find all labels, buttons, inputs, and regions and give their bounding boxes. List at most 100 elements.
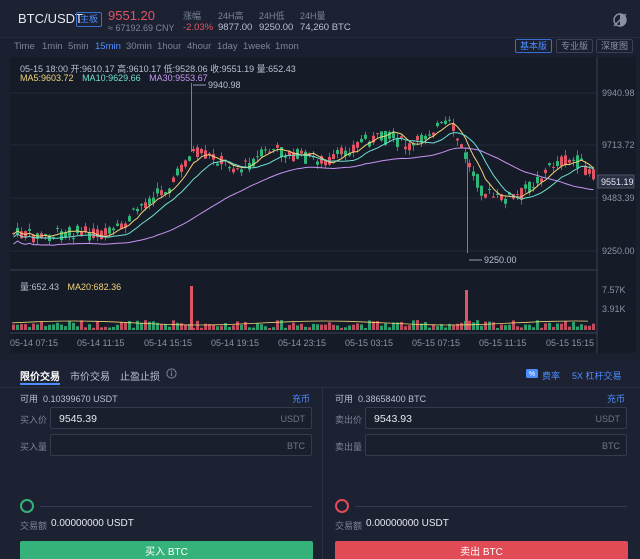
change-value: -2.03%	[183, 22, 214, 33]
volume-bar	[256, 323, 259, 330]
sell-price-label: 卖出价	[335, 415, 363, 425]
time-tick-label: 05-14 07:15	[10, 338, 58, 348]
timeframe-1hour[interactable]: 1hour	[157, 41, 181, 52]
timeframe-4hour[interactable]: 4hour	[187, 41, 211, 52]
ma-readout: MA5:9603.72 MA10:9629.66 MA30:9553.67	[20, 73, 208, 83]
volume-bar	[324, 324, 327, 330]
timeframe-1min[interactable]: 1min	[42, 41, 63, 52]
buy-price-field[interactable]: 9545.39 USDT	[50, 407, 312, 429]
depth-view-button[interactable]: 深度图	[596, 39, 634, 53]
volume-bar	[120, 321, 123, 330]
ma30-value: MA30:9553.67	[149, 73, 208, 83]
sell-qty-label: 卖出量	[335, 442, 363, 452]
buy-button[interactable]: 买入 BTC	[20, 541, 313, 559]
candle-body	[456, 138, 459, 141]
tab-market-order[interactable]: 市价交易	[70, 368, 110, 383]
volume-bar	[432, 324, 435, 330]
volume-bar	[528, 324, 531, 330]
volume-bar	[48, 324, 51, 330]
sell-available-value: 0.38658400 BTC	[358, 394, 427, 404]
candle-body	[144, 202, 147, 209]
volume-bar	[388, 327, 391, 330]
time-tick-label: 05-14 23:15	[278, 338, 326, 348]
tab-limit-order[interactable]: 限价交易	[20, 368, 60, 383]
buy-deposit-link[interactable]: 充币	[292, 392, 310, 405]
volume-bar	[216, 326, 219, 330]
volume-bar	[132, 327, 135, 330]
candle-body	[564, 155, 567, 165]
volume-bar	[220, 325, 223, 330]
kline-chart-svg[interactable]: 9940.98 9713.72 9483.39 9250.00 9551.19 7.57K…	[10, 57, 636, 353]
volume-value: 量:652.43	[20, 282, 60, 292]
theme-toggle-icon[interactable]	[612, 12, 628, 28]
rate-link[interactable]: 费率	[542, 369, 560, 382]
volume-bar	[500, 324, 503, 330]
sell-qty-field[interactable]: BTC	[365, 434, 627, 456]
candle-body	[484, 193, 487, 198]
candle-body	[548, 163, 551, 166]
volume-bar	[316, 324, 319, 330]
time-tick-label: 05-14 11:15	[77, 338, 124, 348]
volume-bar	[260, 324, 263, 330]
timeframe-time[interactable]: Time	[14, 41, 35, 52]
low-marker-label: 9250.00	[484, 255, 517, 265]
timeframe-5min[interactable]: 5min	[68, 41, 89, 52]
buy-form: 可用 0.10399670 USDT 充币 买入价 9545.39 USDT 买…	[0, 388, 320, 559]
volume-bar	[272, 327, 275, 330]
pair-name[interactable]: BTC/USDT	[18, 11, 83, 26]
sell-slider-handle[interactable]	[335, 499, 349, 513]
candle-body	[556, 161, 559, 166]
volume-bar	[580, 324, 583, 330]
info-icon[interactable]	[166, 368, 177, 379]
low-value: 9250.00	[259, 22, 294, 33]
buy-slider-handle[interactable]	[20, 499, 34, 513]
price-tick-label: 9713.72	[602, 140, 635, 150]
volume-bar	[404, 326, 407, 330]
kline-chart[interactable]: 9940.98 9713.72 9483.39 9250.00 9551.19 7.57K…	[10, 57, 636, 353]
volume-bar	[32, 323, 35, 330]
volume-bar	[52, 324, 55, 330]
timeframe-15min[interactable]: 15min	[95, 41, 121, 52]
leverage-link[interactable]: 5X 杠杆交易	[572, 369, 622, 382]
volume-bar	[400, 321, 403, 330]
volume-label: 24H量	[300, 11, 326, 21]
time-tick-label: 05-15 11:15	[479, 338, 526, 348]
candle-body	[32, 235, 35, 243]
sell-amount-label: 交易额	[335, 521, 363, 531]
volume-bar	[384, 323, 387, 330]
volume-bar	[480, 325, 483, 330]
time-tick-label: 05-14 15:15	[144, 338, 192, 348]
volume-bar	[212, 324, 215, 330]
volume-bar	[508, 324, 511, 330]
sell-slider-track[interactable]	[355, 506, 627, 507]
timeframe-1mon[interactable]: 1mon	[275, 41, 299, 52]
tab-stop-order[interactable]: 止盈止损	[120, 368, 160, 383]
buy-available-value: 0.10399670 USDT	[43, 394, 118, 404]
sell-deposit-link[interactable]: 充币	[607, 392, 625, 405]
candle-body	[264, 149, 267, 151]
svg-text:%: %	[529, 371, 535, 378]
volume-bar	[516, 326, 519, 330]
volume-bar	[40, 321, 43, 330]
volume-bar	[584, 325, 587, 330]
volume-bar	[240, 324, 243, 330]
sell-button[interactable]: 卖出 BTC	[335, 541, 628, 559]
buy-qty-field[interactable]: BTC	[50, 434, 312, 456]
candle-body	[240, 169, 243, 173]
volume-bar	[588, 325, 591, 330]
timeframe-1week[interactable]: 1week	[243, 41, 270, 52]
basic-view-button[interactable]: 基本版	[515, 39, 553, 53]
timeframe-30min[interactable]: 30min	[126, 41, 152, 52]
volume-bar	[328, 322, 331, 330]
timeframe-1day[interactable]: 1day	[217, 41, 238, 52]
volume-bar	[416, 320, 419, 330]
cny-price: ≈ 67192.69 CNY	[108, 23, 175, 33]
high-label: 24H高	[218, 11, 244, 21]
buy-amount-value: 0.00000000 USDT	[51, 518, 134, 529]
pro-view-button[interactable]: 专业版	[556, 39, 594, 53]
candle-body	[532, 187, 535, 189]
candle-body	[428, 134, 431, 136]
candle-body	[560, 156, 563, 166]
sell-price-field[interactable]: 9543.93 USDT	[365, 407, 627, 429]
buy-slider-track[interactable]	[40, 506, 312, 507]
